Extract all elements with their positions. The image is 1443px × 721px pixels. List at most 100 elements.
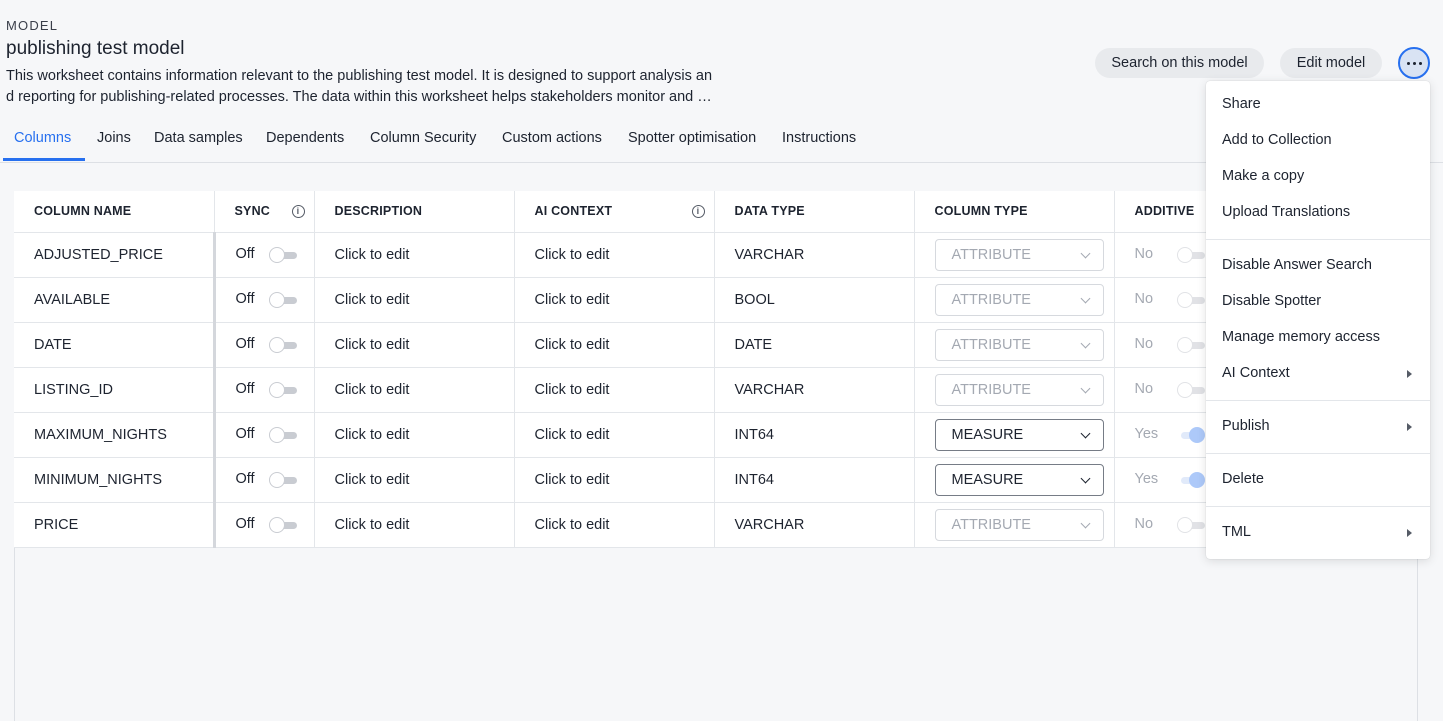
column-type-select[interactable]: MEASURE — [934, 418, 1104, 451]
column-name-cell: MAXIMUM_NIGHTS — [14, 412, 215, 458]
header-sync[interactable]: SYNC i — [214, 191, 315, 233]
sync-cell: Off — [212, 412, 315, 458]
sync-toggle[interactable] — [268, 291, 297, 308]
info-icon[interactable]: i — [291, 205, 305, 218]
additive-label: No — [1134, 516, 1154, 533]
column-name-cell: AVAILABLE — [14, 277, 215, 323]
tab-spotter-optimisation[interactable]: Spotter optimisation — [628, 130, 756, 162]
chevron-down-icon — [1080, 428, 1090, 438]
menu-item-ai-context[interactable]: AI Context — [1206, 358, 1430, 388]
sync-cell: Off — [212, 232, 315, 278]
menu-item-publish[interactable]: Publish — [1206, 411, 1430, 441]
header-ai-context[interactable]: AI CONTEXT i — [514, 191, 715, 233]
ai-context-cell[interactable]: Click to edit — [514, 232, 715, 278]
additive-label: Yes — [1134, 471, 1159, 488]
column-type-select: ATTRIBUTE — [934, 373, 1104, 406]
column-type-cell: ATTRIBUTE — [914, 277, 1115, 323]
header-description[interactable]: DESCRIPTION — [314, 191, 515, 233]
info-icon[interactable]: i — [691, 205, 705, 218]
header-data-type[interactable]: DATA TYPE — [714, 191, 915, 233]
column-name-cell: DATE — [14, 322, 215, 368]
column-type-select: ATTRIBUTE — [934, 238, 1104, 271]
menu-item-share[interactable]: Share — [1206, 89, 1430, 119]
menu-item-make-a-copy[interactable]: Make a copy — [1206, 161, 1430, 191]
sync-label: Off — [235, 291, 255, 308]
menu-item-manage-memory-access[interactable]: Manage memory access — [1206, 322, 1430, 352]
header-column-name[interactable]: COLUMN NAME — [14, 191, 215, 233]
column-type-value: ATTRIBUTE — [951, 381, 1031, 398]
description-cell[interactable]: Click to edit — [314, 232, 515, 278]
column-type-value: ATTRIBUTE — [951, 516, 1031, 533]
menu-item-disable-spotter[interactable]: Disable Spotter — [1206, 286, 1430, 316]
tab-dependents[interactable]: Dependents — [266, 130, 344, 162]
additive-label: No — [1134, 336, 1154, 353]
sync-toggle[interactable] — [268, 336, 297, 353]
sync-toggle[interactable] — [268, 516, 297, 533]
column-type-cell: ATTRIBUTE — [914, 232, 1115, 278]
description-cell[interactable]: Click to edit — [314, 412, 515, 458]
submenu-arrow-icon — [1407, 529, 1412, 537]
menu-item-label: TML — [1222, 524, 1251, 540]
additive-label: No — [1134, 291, 1154, 308]
description-cell[interactable]: Click to edit — [314, 277, 515, 323]
tab-instructions[interactable]: Instructions — [782, 130, 856, 162]
column-type-cell: ATTRIBUTE — [914, 502, 1115, 548]
ai-context-cell[interactable]: Click to edit — [514, 457, 715, 503]
sync-cell: Off — [212, 457, 315, 503]
description-cell[interactable]: Click to edit — [314, 367, 515, 413]
tab-joins[interactable]: Joins — [97, 130, 131, 162]
description-cell[interactable]: Click to edit — [314, 322, 515, 368]
sync-toggle[interactable] — [268, 471, 297, 488]
menu-item-tml[interactable]: TML — [1206, 517, 1430, 547]
additive-toggle — [1176, 381, 1205, 398]
sync-cell: Off — [212, 322, 315, 368]
menu-item-upload-translations[interactable]: Upload Translations — [1206, 197, 1430, 227]
sync-toggle[interactable] — [268, 381, 297, 398]
additive-toggle — [1176, 246, 1205, 263]
sync-label: Off — [235, 471, 255, 488]
header-column-type[interactable]: COLUMN TYPE — [914, 191, 1115, 233]
table-row: ADJUSTED_PRICE Off Click to edit Click t… — [14, 232, 1315, 278]
menu-divider — [1206, 400, 1430, 401]
description-cell[interactable]: Click to edit — [314, 457, 515, 503]
sync-toggle[interactable] — [268, 426, 297, 443]
chevron-down-icon — [1080, 383, 1090, 393]
more-options-button[interactable] — [1398, 47, 1430, 79]
ai-context-cell[interactable]: Click to edit — [514, 277, 715, 323]
edit-model-button[interactable]: Edit model — [1280, 48, 1382, 78]
data-type-cell: DATE — [714, 322, 915, 368]
description-cell[interactable]: Click to edit — [314, 502, 515, 548]
search-on-model-button[interactable]: Search on this model — [1095, 48, 1264, 78]
chevron-down-icon — [1080, 248, 1090, 258]
tab-column-security[interactable]: Column Security — [370, 130, 476, 162]
tab-data-samples[interactable]: Data samples — [154, 130, 243, 162]
menu-divider — [1206, 506, 1430, 507]
ai-context-cell[interactable]: Click to edit — [514, 412, 715, 458]
column-type-select[interactable]: MEASURE — [934, 463, 1104, 496]
column-type-cell: MEASURE — [914, 412, 1115, 458]
active-tab-indicator — [3, 158, 85, 161]
table-row: DATE Off Click to edit Click to edit DAT… — [14, 322, 1315, 368]
sync-label: Off — [235, 426, 255, 443]
chevron-down-icon — [1080, 293, 1090, 303]
ai-context-cell[interactable]: Click to edit — [514, 322, 715, 368]
menu-divider — [1206, 239, 1430, 240]
column-type-cell: ATTRIBUTE — [914, 367, 1115, 413]
menu-item-label: Publish — [1222, 418, 1270, 434]
ai-context-cell[interactable]: Click to edit — [514, 367, 715, 413]
chevron-down-icon — [1080, 518, 1090, 528]
menu-item-add-to-collection[interactable]: Add to Collection — [1206, 125, 1430, 155]
more-options-menu: Share Add to Collection Make a copy Uplo… — [1206, 81, 1430, 559]
tab-custom-actions[interactable]: Custom actions — [502, 130, 602, 162]
sync-toggle[interactable] — [268, 246, 297, 263]
ai-context-cell[interactable]: Click to edit — [514, 502, 715, 548]
table-row: MAXIMUM_NIGHTS Off Click to edit Click t… — [14, 412, 1315, 458]
column-type-cell: MEASURE — [914, 457, 1115, 503]
menu-item-delete[interactable]: Delete — [1206, 464, 1430, 494]
additive-label: Yes — [1134, 426, 1159, 443]
model-description[interactable]: This worksheet contains information rele… — [6, 66, 718, 108]
data-type-cell: VARCHAR — [714, 502, 915, 548]
menu-item-disable-answer-search[interactable]: Disable Answer Search — [1206, 250, 1430, 280]
sync-label: Off — [235, 381, 255, 398]
column-type-value: ATTRIBUTE — [951, 246, 1031, 263]
